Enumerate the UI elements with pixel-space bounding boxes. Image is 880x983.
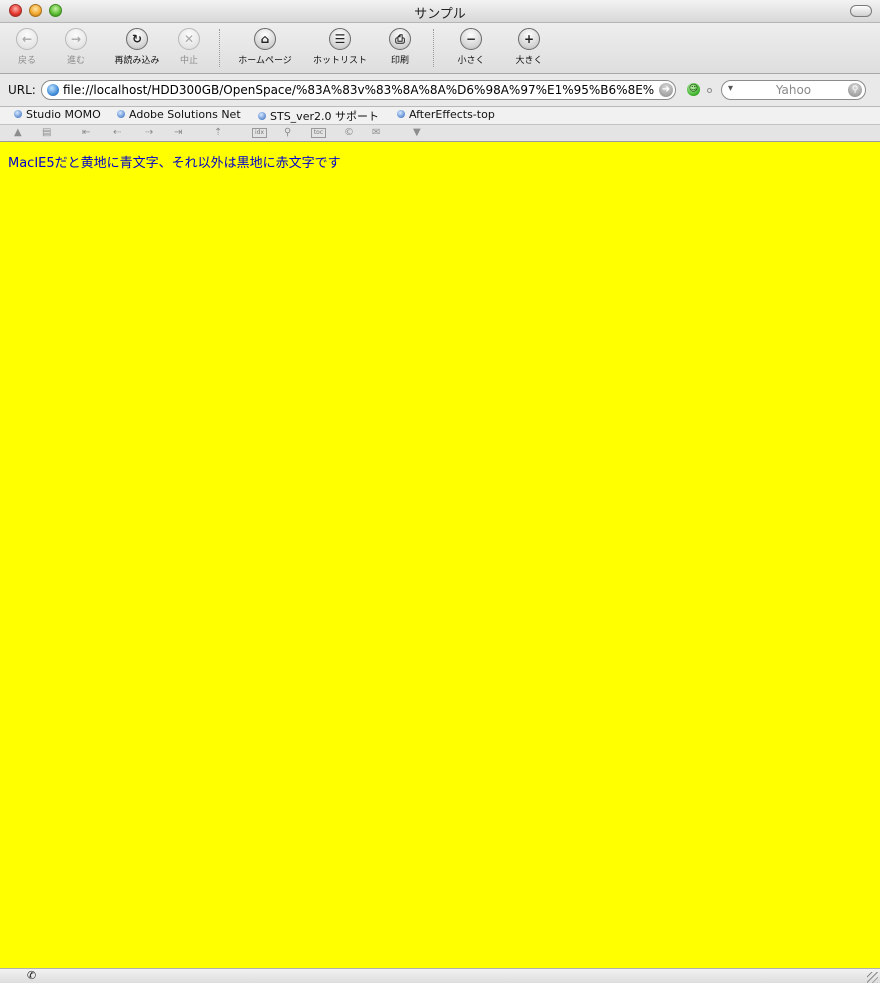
list-nav-icon[interactable]: ▤ [42,126,51,140]
index-icon[interactable]: idx [252,128,267,138]
stop-label: 中止 [179,56,198,66]
forward-label: 進む [66,56,85,66]
forward-arrow-icon: → [65,28,87,50]
browser-window: サンプル ← 戻る → 進む ↻ 再読み込み ✕ 中止 ⌂ ホームページ ☰ ホ… [0,0,880,983]
favorite-bullet-icon [14,110,22,118]
home-label: ホームページ [238,56,292,66]
first-page-icon[interactable]: ⇤ [82,126,90,140]
text-smaller-button[interactable]: − 小さく [441,28,501,66]
page-text: MacIE5だと黄地に青文字、それ以外は黒地に赤文字です [8,156,341,171]
text-larger-button[interactable]: + 大きく [499,28,559,66]
search-icon[interactable]: ⚲ [848,83,862,97]
url-value[interactable]: file://localhost/HDD300GB/OpenSpace/%83A… [63,83,655,97]
favorite-label: Studio MOMO [26,108,101,121]
forward-button[interactable]: → 進む [46,28,106,66]
favorite-link-aftereffects[interactable]: AfterEffects-top [397,108,495,121]
go-arrow-icon[interactable]: ➜ [659,83,673,97]
find-icon[interactable]: ⚲ [284,126,291,140]
url-label: URL: [8,83,36,97]
toc-icon[interactable]: toc [311,128,326,138]
mail-icon[interactable]: ✉ [372,126,380,140]
home-button[interactable]: ⌂ ホームページ [235,28,295,66]
more-dropdown-icon[interactable]: ▼ [413,126,421,140]
home-icon: ⌂ [254,28,276,50]
window-title: サンプル [414,7,466,22]
back-arrow-icon: ← [16,28,38,50]
favorite-label: Adobe Solutions Net [129,108,241,121]
favorite-bullet-icon [258,112,266,120]
favorite-bullet-icon [397,110,405,118]
favorite-label: STS_ver2.0 サポート [270,110,379,123]
plus-icon: + [518,28,540,50]
resize-grip-icon[interactable] [867,972,878,983]
last-page-icon[interactable]: ⇥ [174,126,182,140]
toolbar-toggle-button[interactable] [850,5,872,17]
toolbar-separator [219,29,220,67]
reload-icon: ↻ [126,28,148,50]
site-navigation-strip: ▲ ▤ ⇤ ⇠ ⇢ ⇥ ⇡ idx ⚲ toc © ✉ ▼ [0,125,880,142]
connection-phone-icon: ✆ [27,969,37,982]
stop-icon: ✕ [178,28,200,50]
reload-button[interactable]: ↻ 再読み込み [107,28,167,66]
title-bar[interactable]: サンプル [0,0,880,23]
next-page-icon[interactable]: ⇢ [145,126,153,140]
printer-icon: ⎙ [389,28,411,50]
url-input[interactable]: file://localhost/HDD300GB/OpenSpace/%83A… [41,80,676,100]
globe-icon [47,84,59,96]
copyright-icon[interactable]: © [344,126,354,140]
favorite-link-adobe-solutions[interactable]: Adobe Solutions Net [117,108,241,121]
status-bar: ✆ [0,968,880,983]
favorite-label: AfterEffects-top [409,108,495,121]
page-status-smiley-icon[interactable]: ☺ [687,83,700,96]
stop-button[interactable]: ✕ 中止 [159,28,219,66]
reload-label: 再読み込み [114,56,160,66]
print-button[interactable]: ⎙ 印刷 [370,28,430,66]
favorites-bar: Studio MOMO Adobe Solutions Net STS_ver2… [0,107,880,125]
up-level-icon[interactable]: ⇡ [214,126,222,140]
navigation-toolbar: ← 戻る → 進む ↻ 再読み込み ✕ 中止 ⌂ ホームページ ☰ ホットリスト… [0,23,880,74]
favorite-bullet-icon [117,110,125,118]
hotlist-button[interactable]: ☰ ホットリスト [310,28,370,66]
text-larger-label: 大きく [515,56,543,66]
search-input[interactable]: ▾ Yahoo ⚲ [721,80,866,100]
page-content: MacIE5だと黄地に青文字、それ以外は黒地に赤文字です [0,142,880,968]
address-bar: URL: file://localhost/HDD300GB/OpenSpace… [0,74,880,107]
text-smaller-label: 小さく [457,56,485,66]
toolbar-separator [433,29,434,67]
favorite-link-studio-momo[interactable]: Studio MOMO [14,108,101,121]
search-engine-dropdown-icon[interactable]: ▾ [728,83,733,94]
previous-page-icon[interactable]: ⇠ [113,126,121,140]
hotlist-label: ホットリスト [312,56,367,66]
hotlist-icon: ☰ [329,28,351,50]
favorite-link-sts-support[interactable]: STS_ver2.0 サポート [258,108,379,124]
home-nav-icon[interactable]: ▲ [14,126,22,140]
security-dot-icon [707,88,712,93]
search-placeholder: Yahoo [775,83,812,97]
minus-icon: − [460,28,482,50]
print-label: 印刷 [390,56,409,66]
